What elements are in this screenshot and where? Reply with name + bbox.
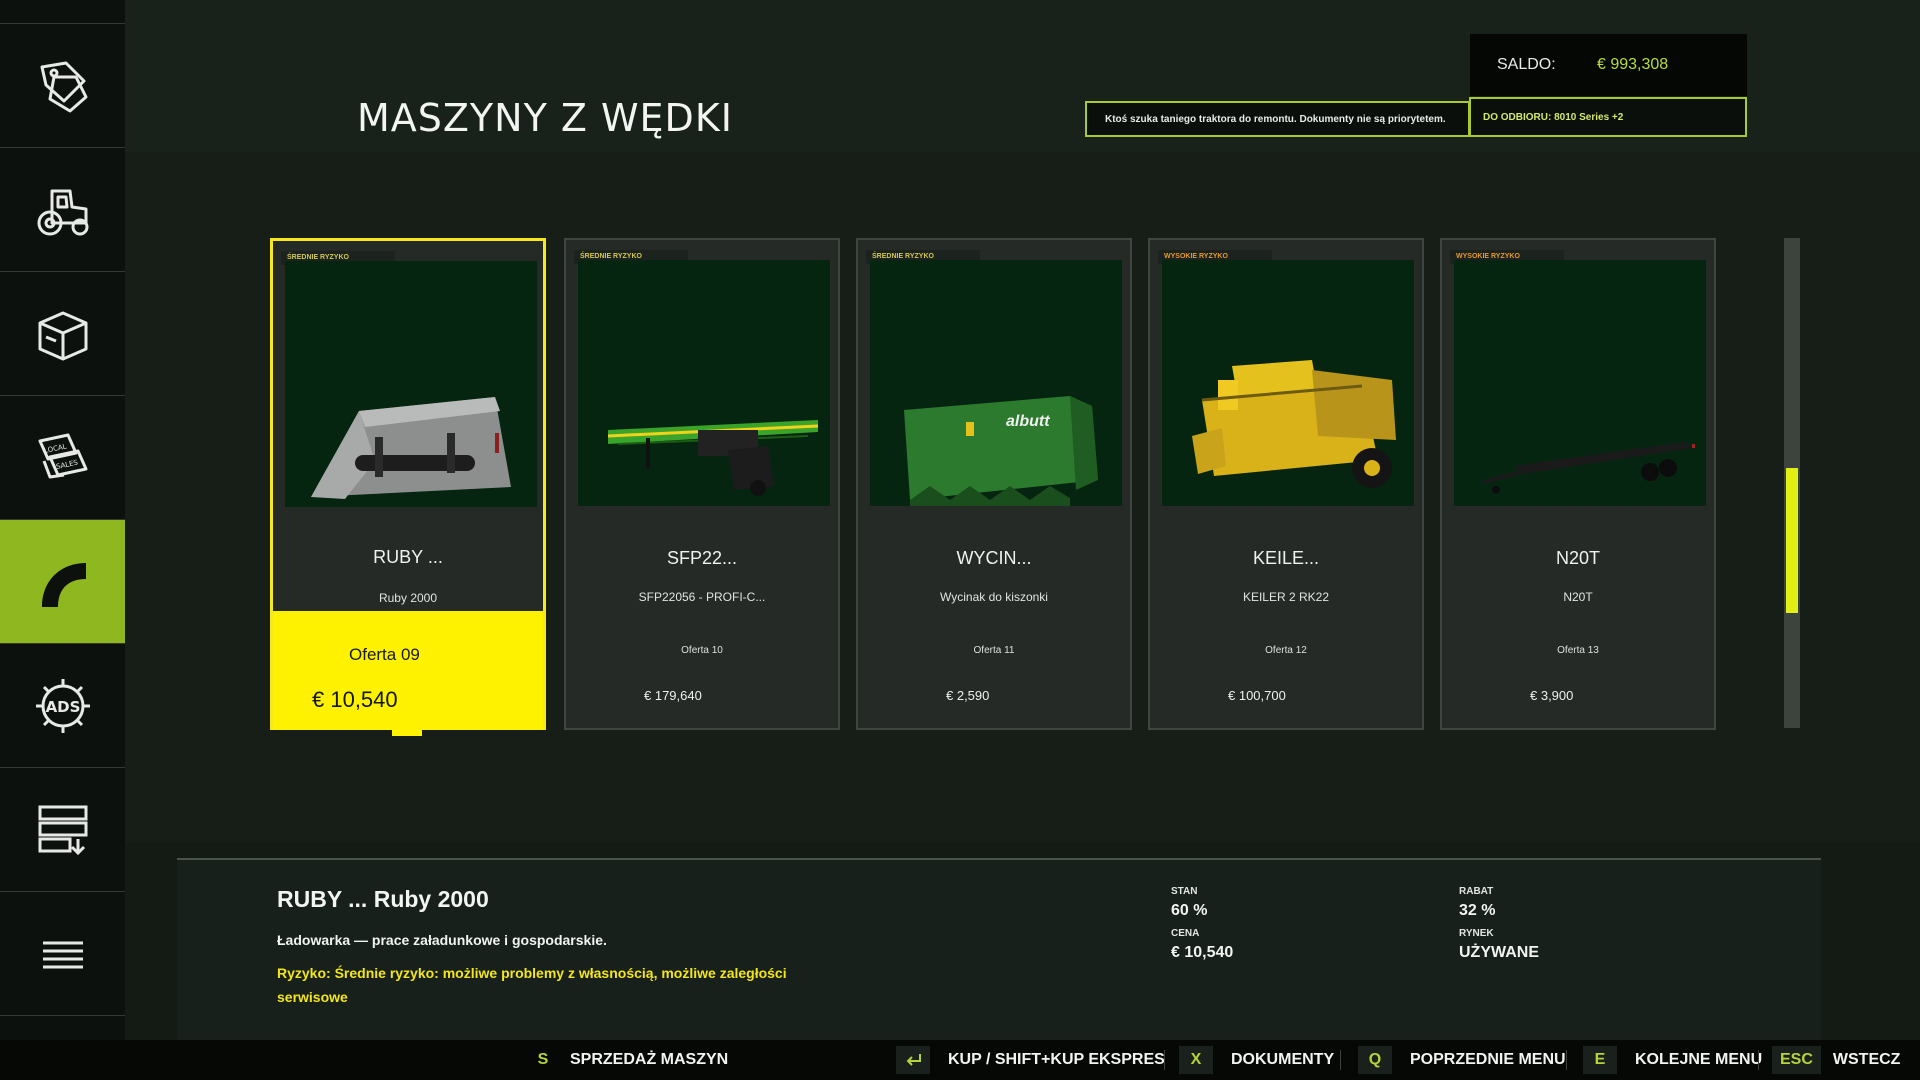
buy-action[interactable]: KUP / SHIFT+KUP EKSPRES xyxy=(896,1040,1165,1080)
balance-box: SALDO: € 993,308 xyxy=(1470,34,1747,96)
svg-text:SALES: SALES xyxy=(55,458,79,471)
sprayer-boom-image xyxy=(578,260,830,506)
selected-price-panel: Oferta 09 € 10,540 xyxy=(273,611,543,736)
potato-harvester-image xyxy=(1162,260,1414,506)
documents-label: DOKUMENTY xyxy=(1231,1051,1335,1068)
price-value: € 10,540 xyxy=(1171,944,1234,961)
balance-value: € 993,308 xyxy=(1597,56,1669,73)
back-label: WSTECZ xyxy=(1832,1051,1901,1068)
server-download-icon xyxy=(38,805,87,855)
box-icon xyxy=(38,311,87,360)
offers-scrollbar[interactable] xyxy=(1784,238,1800,728)
sidebar-item-ads[interactable]: ADS xyxy=(0,644,125,768)
offer-card[interactable]: WYSOKIE RYZYKO KEILE... KEILER 2 RK22 Of… xyxy=(1148,238,1424,730)
back-key: ESC xyxy=(1772,1046,1821,1074)
card-model: Wycinak do kiszonki xyxy=(940,590,1048,604)
card-name: KEILE... xyxy=(1252,548,1320,568)
keybar-separator xyxy=(1164,1050,1165,1070)
buy-label: KUP / SHIFT+KUP EKSPRES xyxy=(948,1051,1165,1068)
sidebar-item-vehicles[interactable] xyxy=(0,148,125,272)
card-price: € 179,640 xyxy=(644,688,702,703)
selection-notch xyxy=(392,728,422,736)
next-menu-key: E xyxy=(1583,1046,1617,1074)
sidebar-item-prices[interactable] xyxy=(0,24,125,148)
card-name: WYCIN... xyxy=(956,548,1032,568)
back-action[interactable]: ESC WSTECZ xyxy=(1772,1040,1900,1080)
sidebar-item-local-sales[interactable]: LOCAL SALES xyxy=(0,396,125,520)
card-price: € 10,540 xyxy=(312,687,398,712)
card-name: N20T xyxy=(1555,548,1600,568)
details-title: RUBY ... Ruby 2000 xyxy=(277,886,489,912)
gauge-icon xyxy=(41,562,86,607)
price-label: CENA xyxy=(1171,928,1200,939)
documents-key: X xyxy=(1179,1046,1213,1074)
card-offer: Oferta 11 xyxy=(973,645,1015,656)
svg-text:ADS: ADS xyxy=(45,698,80,716)
card-model: N20T xyxy=(1563,590,1593,604)
details-risk: Ryzyko: Średnie ryzyko: możliwe problemy… xyxy=(277,965,787,1005)
enter-key-icon xyxy=(896,1046,930,1074)
offer-card[interactable]: WYSOKIE RYZYKO N20T N20T Oferta 13 € 3,9… xyxy=(1440,238,1716,730)
sell-machines-action[interactable]: S SPRZEDAŻ MASZYN xyxy=(526,1040,729,1080)
next-menu-action[interactable]: E KOLEJNE MENU xyxy=(1583,1040,1762,1080)
page-title: MASZYNY Z WĘDKI xyxy=(357,96,733,140)
discount-value: 32 % xyxy=(1459,902,1496,919)
card-model: KEILER 2 RK22 xyxy=(1242,590,1330,604)
sidebar-item-storage[interactable] xyxy=(0,768,125,892)
condition-label: STAN xyxy=(1171,886,1198,897)
offer-card[interactable]: ŚREDNIE RYZYKO albutt WYCIN... Wycinak d… xyxy=(856,238,1132,730)
card-price: € 100,700 xyxy=(1228,688,1286,703)
card-offer: Oferta 12 xyxy=(1265,645,1307,656)
market-value: UŻYWANE xyxy=(1459,944,1539,961)
offer-card[interactable]: ŚREDNIE RYZYKO RUBY ... Ruby 2000 Oferta… xyxy=(270,238,546,736)
card-offer: Oferta 10 xyxy=(681,645,723,656)
silage-cutter-image: albutt xyxy=(870,260,1122,506)
card-name: SFP22... xyxy=(666,548,738,568)
condition-value: 60 % xyxy=(1171,902,1208,919)
card-offer: Oferta 13 xyxy=(1557,645,1599,656)
sidebar-item-machines-from-rod[interactable] xyxy=(0,520,125,644)
local-sales-icon: LOCAL SALES xyxy=(38,433,87,478)
keybar-separator xyxy=(1566,1050,1567,1070)
pickup-notice[interactable]: DO ODBIORU: 8010 Series +2 xyxy=(1469,97,1747,137)
shovel-bucket-image xyxy=(285,261,537,507)
sell-key: S xyxy=(537,1051,549,1068)
previous-menu-label: POPRZEDNIE MENU xyxy=(1410,1051,1566,1068)
card-name: RUBY ... xyxy=(373,547,443,567)
keybar-separator xyxy=(1758,1050,1759,1070)
sidebar: LOCAL SALES ADS xyxy=(0,0,125,1040)
svg-text:albutt: albutt xyxy=(1006,413,1050,430)
sidebar-item-menu[interactable] xyxy=(0,892,125,1016)
news-ticker: Ktoś szuka taniego traktora do remontu. … xyxy=(1085,101,1470,137)
flatbed-trailer-image xyxy=(1454,260,1706,506)
sell-label: SPRZEDAŻ MASZYN xyxy=(570,1051,729,1068)
scrollbar-thumb[interactable] xyxy=(1786,468,1798,613)
card-model: SFP22056 - PROFI-C... xyxy=(638,590,766,604)
market-label: RYNEK xyxy=(1459,928,1494,939)
menu-icon xyxy=(42,941,83,968)
offer-card[interactable]: ŚREDNIE RYZYKO SFP22... SFP22056 - PROFI… xyxy=(564,238,840,730)
card-price: € 3,900 xyxy=(1530,688,1574,703)
sidebar-top-strip xyxy=(0,0,125,24)
previous-menu-action[interactable]: Q POPRZEDNIE MENU xyxy=(1358,1040,1566,1080)
keybar-separator xyxy=(1340,1050,1341,1070)
price-tags-icon xyxy=(40,61,87,112)
card-price: € 2,590 xyxy=(946,688,990,703)
bottom-keybar: S SPRZEDAŻ MASZYN KUP / SHIFT+KUP EKSPRE… xyxy=(0,1040,1920,1080)
card-offer: Oferta 09 xyxy=(349,645,420,664)
app-root: LOCAL SALES ADS MASZYNY Z WĘDKI SALDO: €… xyxy=(0,0,1920,1080)
tractor-icon xyxy=(37,189,88,235)
balance-label: SALDO: xyxy=(1497,56,1556,73)
ads-gear-icon: ADS xyxy=(35,678,90,733)
documents-action[interactable]: X DOKUMENTY xyxy=(1179,1040,1334,1080)
details-description: Ładowarka — prace załadunkowe i gospodar… xyxy=(277,932,607,948)
details-panel: RUBY ... Ruby 2000 Ładowarka — prace zał… xyxy=(177,858,1821,1040)
card-model: Ruby 2000 xyxy=(378,591,438,605)
previous-menu-key: Q xyxy=(1358,1046,1392,1074)
discount-label: RABAT xyxy=(1459,886,1494,897)
sidebar-item-inventory[interactable] xyxy=(0,272,125,396)
next-menu-label: KOLEJNE MENU xyxy=(1635,1051,1763,1068)
